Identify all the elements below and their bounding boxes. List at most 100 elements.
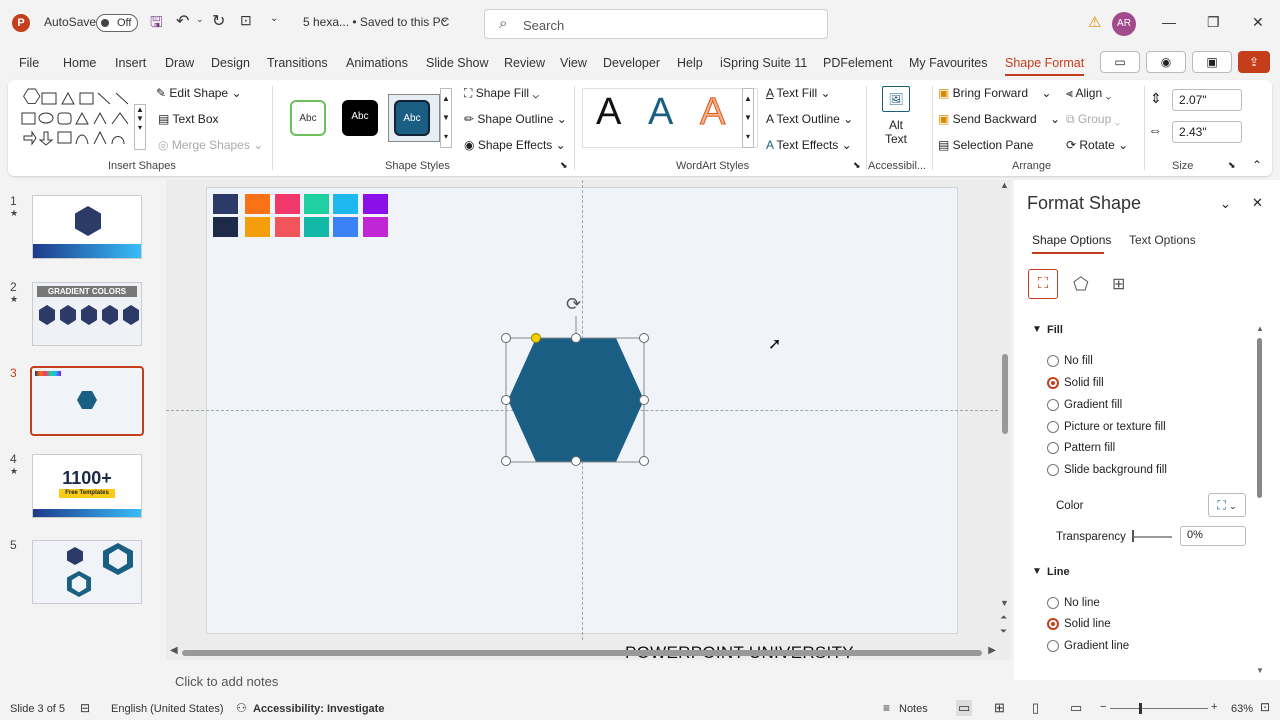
shape-effects-button[interactable]: ◉ Shape Effects ⌄	[464, 138, 566, 152]
fit-to-window-icon[interactable]: ⊡	[1260, 700, 1270, 714]
tab-slide-show[interactable]: Slide Show	[426, 56, 489, 70]
wordart-style-2[interactable]: A	[648, 88, 673, 136]
tab-transitions[interactable]: Transitions	[267, 56, 328, 70]
slide-thumbnail-2[interactable]: GRADIENT COLORS	[32, 282, 142, 346]
scroll-left-icon[interactable]: ◀	[170, 645, 178, 656]
resize-handle-ne[interactable]	[639, 333, 649, 343]
scroll-right-icon[interactable]: ▶	[988, 645, 996, 656]
size-launcher-icon[interactable]: ⬊	[1228, 160, 1236, 171]
slide-background-fill-radio[interactable]	[1047, 464, 1059, 476]
zoom-out-icon[interactable]: −	[1100, 701, 1106, 713]
fill-section-header[interactable]: Fill	[1047, 324, 1063, 336]
text-effects-button[interactable]: A Text Effects ⌄	[766, 138, 852, 152]
palette-swatch[interactable]	[304, 194, 329, 214]
palette-swatch[interactable]	[333, 217, 358, 237]
align-button[interactable]: ⫷ Align ⌄	[1066, 86, 1111, 101]
resize-handle-se[interactable]	[639, 456, 649, 466]
tab-text-options[interactable]: Text Options	[1129, 233, 1196, 247]
palette-swatch[interactable]	[213, 194, 238, 214]
adjust-handle[interactable]	[531, 333, 541, 343]
avatar[interactable]: AR	[1112, 12, 1136, 36]
spell-check-icon[interactable]: ⊟	[80, 701, 90, 715]
solid-fill-label[interactable]: Solid fill	[1064, 377, 1104, 389]
no-fill-radio[interactable]	[1047, 355, 1059, 367]
undo-dropdown-icon[interactable]: ⌄	[196, 14, 204, 25]
wordart-style-1[interactable]: A	[596, 88, 621, 136]
rotate-button[interactable]: ⟳ Rotate ⌄	[1066, 138, 1128, 152]
notes-icon[interactable]: ≡	[883, 701, 890, 715]
text-box-button[interactable]: ▤ Text Box	[158, 112, 219, 126]
customize-toolbar-icon[interactable]: ⌄	[270, 13, 278, 24]
tab-home[interactable]: Home	[63, 56, 96, 70]
tab-my-favourites[interactable]: My Favourites	[909, 56, 988, 70]
palette-swatch[interactable]	[363, 194, 388, 214]
line-section-header[interactable]: Line	[1047, 566, 1070, 578]
palette-swatch[interactable]	[304, 217, 329, 237]
tab-view[interactable]: View	[560, 56, 587, 70]
language-status[interactable]: English (United States)	[111, 703, 224, 715]
width-input[interactable]: 2.43"	[1172, 121, 1242, 143]
scroll-down-icon[interactable]: ▼	[1000, 598, 1009, 608]
pane-options-chevron-icon[interactable]: ⌄	[1220, 196, 1231, 212]
picture-fill-label[interactable]: Picture or texture fill	[1064, 421, 1166, 433]
alt-text-button[interactable]: 🖼 Alt Text	[876, 86, 916, 154]
gradient-line-radio[interactable]	[1047, 640, 1059, 652]
pattern-fill-label[interactable]: Pattern fill	[1064, 442, 1115, 454]
slideshow-icon[interactable]: ▭	[1070, 700, 1082, 716]
zoom-slider-thumb[interactable]	[1139, 703, 1142, 714]
merge-shapes-button[interactable]: ◎ Merge Shapes ⌄	[158, 138, 263, 152]
no-line-label[interactable]: No line	[1064, 597, 1100, 609]
document-title[interactable]: 5 hexa... • Saved to this PC	[303, 15, 449, 29]
fill-collapse-icon[interactable]: ▼	[1032, 324, 1042, 335]
shapes-gallery-scroll[interactable]: ▲ ▼ ▾	[134, 104, 146, 150]
vertical-scrollbar[interactable]: ▲ ▼ ⏶ ⏷	[999, 180, 1011, 646]
notes-area[interactable]: Click to add notes	[166, 666, 1011, 696]
palette-swatch[interactable]	[275, 194, 300, 214]
palette-swatch[interactable]	[363, 217, 388, 237]
record-button[interactable]: ◉	[1146, 51, 1186, 73]
tab-shape-format[interactable]: Shape Format	[1005, 56, 1085, 76]
scroll-up-icon[interactable]: ▲	[1000, 180, 1009, 190]
pane-close-icon[interactable]: ✕	[1252, 195, 1263, 211]
tab-draw[interactable]: Draw	[165, 56, 194, 70]
title-chevron-icon[interactable]: ⌄	[440, 12, 449, 25]
slide-sorter-icon[interactable]: ⊞	[994, 700, 1005, 716]
present-button[interactable]: ▣	[1192, 51, 1232, 73]
slide-thumbnail-3[interactable]	[30, 366, 144, 436]
wordart-scroll[interactable]: ▲ ▼ ▾	[742, 88, 754, 148]
shapes-gallery[interactable]	[20, 88, 150, 148]
search-box[interactable]: ⌕ Search	[484, 9, 828, 39]
gradient-fill-label[interactable]: Gradient fill	[1064, 399, 1122, 411]
hexagon-fill[interactable]	[508, 338, 644, 462]
tab-ispring[interactable]: iSpring Suite 11	[720, 56, 807, 70]
solid-line-label[interactable]: Solid line	[1064, 618, 1111, 630]
text-fill-button[interactable]: A Text Fill ⌄	[766, 86, 831, 100]
hexagon-shape[interactable]	[500, 296, 660, 468]
accessibility-icon[interactable]: ⚇	[236, 701, 247, 715]
pane-scrollbar[interactable]: ▲ ▼	[1256, 324, 1264, 675]
selection-pane-button[interactable]: ▤ Selection Pane	[938, 138, 1033, 152]
wordart-launcher-icon[interactable]: ⬊	[853, 160, 861, 171]
comments-button[interactable]: ▭	[1100, 51, 1140, 73]
palette-swatch[interactable]	[213, 217, 238, 237]
transparency-input[interactable]: 0%	[1180, 526, 1246, 546]
save-icon[interactable]: 🖫	[150, 12, 163, 37]
tab-developer[interactable]: Developer	[603, 56, 660, 70]
pattern-fill-radio[interactable]	[1047, 442, 1059, 454]
tab-pdfelement[interactable]: PDFelement	[823, 56, 892, 70]
vertical-scroll-thumb[interactable]	[1002, 354, 1008, 434]
rotate-handle-icon[interactable]: ⟳	[566, 294, 581, 315]
autosave-toggle[interactable]: Off	[96, 14, 138, 32]
no-fill-label[interactable]: No fill	[1064, 355, 1093, 367]
zoom-in-icon[interactable]: +	[1211, 701, 1217, 713]
pane-scroll-up-icon[interactable]: ▲	[1256, 324, 1264, 333]
resize-handle-sw[interactable]	[501, 456, 511, 466]
notes-button[interactable]: Notes	[899, 703, 928, 715]
tab-file[interactable]: File	[19, 56, 39, 70]
normal-view-icon[interactable]: ▭	[956, 700, 973, 716]
shape-fill-button[interactable]: ⛶ Shape Fill ⌄	[464, 86, 539, 101]
tab-review[interactable]: Review	[504, 56, 545, 70]
bring-forward-button[interactable]: ▣ Bring Forward ⌄	[938, 86, 1051, 100]
tab-insert[interactable]: Insert	[115, 56, 146, 70]
pane-scroll-down-icon[interactable]: ▼	[1256, 666, 1264, 675]
